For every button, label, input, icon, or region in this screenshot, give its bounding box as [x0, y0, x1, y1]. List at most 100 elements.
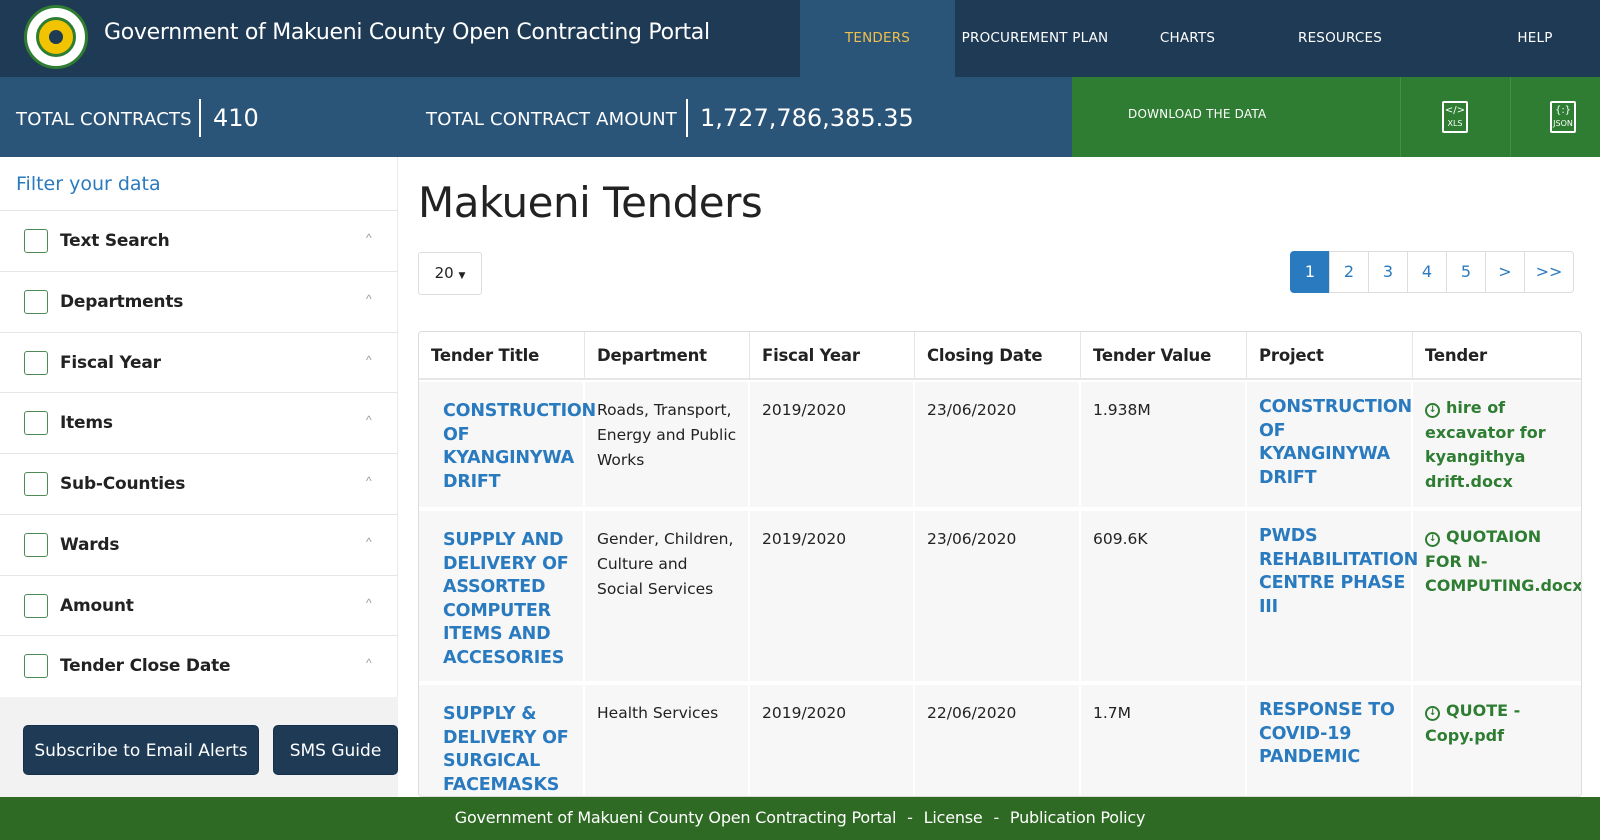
nav-tenders[interactable]: TENDERS	[800, 0, 955, 77]
money-icon	[24, 594, 48, 618]
page-1-button[interactable]: 1	[1290, 251, 1330, 293]
filter-items[interactable]: Items ^	[0, 392, 398, 453]
closing-date-cell: 23/06/2020	[915, 511, 1081, 681]
county-seal-icon[interactable]	[24, 5, 88, 69]
column-header[interactable]: Project	[1247, 332, 1413, 380]
filter-label: Fiscal Year	[60, 353, 161, 373]
sms-guide-button[interactable]: SMS Guide	[273, 725, 398, 775]
filter-tender-close-date[interactable]: Tender Close Date ^	[0, 635, 398, 696]
nav-charts[interactable]: CHARTS	[1115, 0, 1260, 77]
download-icon: ↓	[1425, 706, 1440, 721]
download-icon: ↓	[1425, 532, 1440, 547]
json-label: JSON	[1553, 119, 1573, 128]
document-name: QUOTE - Copy.pdf	[1425, 701, 1521, 745]
subscribe-email-alerts-button[interactable]: Subscribe to Email Alerts	[23, 725, 259, 775]
column-header[interactable]: Closing Date	[915, 332, 1081, 380]
table-header: Tender Title Department Fiscal Year Clos…	[419, 332, 1581, 413]
total-contracts-value: 410	[213, 104, 259, 132]
tender-title-link[interactable]: CONSTRUCTION OF KYANGINYWA DRIFT	[419, 382, 596, 507]
calendar-icon	[24, 351, 48, 375]
chevron-up-icon: ^	[366, 353, 372, 367]
filter-fiscal-year[interactable]: Fiscal Year ^	[0, 332, 398, 393]
stat-divider	[686, 99, 688, 137]
tender-value-cell: 609.6K	[1081, 511, 1247, 681]
document-name: hire of excavator for kyangithya drift.d…	[1425, 398, 1546, 491]
chevron-up-icon: ^	[366, 596, 372, 610]
seal-inner	[36, 17, 76, 57]
filter-sub-counties[interactable]: Sub-Counties ^	[0, 453, 398, 514]
nav-resources[interactable]: RESOURCES	[1260, 0, 1420, 77]
divider	[1510, 77, 1511, 157]
page-4-button[interactable]: 4	[1407, 251, 1447, 293]
filter-label: Sub-Counties	[60, 474, 186, 494]
filter-departments[interactable]: Departments ^	[0, 271, 398, 332]
tender-document-link[interactable]: ↓ QUOTAION FOR N-COMPUTING.docx	[1413, 511, 1582, 681]
per-page-value: 20	[434, 264, 454, 282]
chevron-up-icon: ^	[366, 474, 372, 488]
project-link[interactable]: RESPONSE TO COVID-19 PANDEMIC	[1247, 685, 1413, 796]
footer-site-name: Government of Makueni County Open Contra…	[454, 808, 897, 827]
nav-help[interactable]: HELP	[1480, 0, 1590, 77]
filter-wards[interactable]: Wards ^	[0, 514, 398, 575]
filter-label: Text Search	[60, 231, 170, 251]
filter-label: Amount	[60, 596, 134, 616]
fiscal-year-cell: 2019/2020	[750, 382, 915, 507]
filter-amount[interactable]: Amount ^	[0, 575, 398, 636]
pagination: 1 2 3 4 5 > >>	[1290, 251, 1574, 293]
total-amount-label: TOTAL CONTRACT AMOUNT	[426, 109, 677, 130]
filter-label: Departments	[60, 292, 184, 312]
site-title[interactable]: Government of Makueni County Open Contra…	[104, 20, 710, 45]
footer-separator: -	[907, 808, 913, 827]
fiscal-year-cell: 2019/2020	[750, 511, 915, 681]
map-pin-icon	[24, 472, 48, 496]
department-cell: Health Services	[585, 685, 750, 796]
tender-title-link[interactable]: SUPPLY & DELIVERY OF SURGICAL FACEMASKS	[419, 685, 585, 796]
tender-title-link[interactable]: SUPPLY AND DELIVERY OF ASSORTED COMPUTER…	[419, 511, 585, 681]
department-cell: Gender, Children, Culture and Social Ser…	[585, 511, 750, 681]
tender-value-cell: 1.938M	[1081, 382, 1247, 507]
chevron-up-icon: ^	[366, 413, 372, 427]
column-header[interactable]: Tender Value	[1081, 332, 1247, 380]
column-header[interactable]: Fiscal Year	[750, 332, 915, 380]
per-page-select[interactable]: 20 ▼	[418, 252, 482, 295]
footer-separator: -	[993, 808, 1000, 827]
table-row: SUPPLY & DELIVERY OF SURGICAL FACEMASKS …	[419, 685, 1581, 796]
tenders-table: Tender Title Department Fiscal Year Clos…	[418, 331, 1582, 797]
download-data-label[interactable]: DOWNLOAD THE DATA	[1128, 107, 1266, 121]
next-page-button[interactable]: >	[1485, 251, 1525, 293]
tender-value-cell: 1.7M	[1081, 685, 1247, 796]
table-row: SUPPLY AND DELIVERY OF ASSORTED COMPUTER…	[419, 511, 1582, 683]
filter-sidebar: Filter your data Text Search ^ Departmen…	[0, 157, 398, 697]
project-link[interactable]: CONSTRUCTION OF KYANGINYWA DRIFT	[1247, 382, 1413, 507]
tender-document-link[interactable]: ↓ QUOTE - Copy.pdf	[1413, 685, 1581, 796]
location-icon	[24, 533, 48, 557]
filter-text-search[interactable]: Text Search ^	[0, 210, 398, 271]
footer: Government of Makueni County Open Contra…	[0, 797, 1600, 840]
footer-publication-policy-link[interactable]: Publication Policy	[1010, 808, 1146, 827]
sidebar-actions: Subscribe to Email Alerts SMS Guide	[0, 697, 398, 797]
filter-label: Wards	[60, 535, 120, 555]
download-panel: DOWNLOAD THE DATA </> XLS {:} JSON	[1072, 77, 1600, 157]
seal-core	[49, 30, 63, 44]
column-header[interactable]: Tender Documents	[1413, 332, 1581, 413]
footer-license-link[interactable]: License	[924, 808, 983, 827]
caret-down-icon: ▼	[458, 271, 466, 281]
document-name: QUOTAION FOR N-COMPUTING.docx	[1425, 527, 1582, 595]
filter-title: Filter your data	[16, 173, 161, 195]
page-5-button[interactable]: 5	[1446, 251, 1486, 293]
braces-glyph: {:}	[1554, 105, 1572, 116]
last-page-button[interactable]: >>	[1524, 251, 1574, 293]
page-2-button[interactable]: 2	[1329, 251, 1369, 293]
json-download-icon[interactable]: {:} JSON	[1550, 101, 1576, 133]
page-3-button[interactable]: 3	[1368, 251, 1408, 293]
xls-download-icon[interactable]: </> XLS	[1442, 101, 1468, 133]
org-chart-icon	[24, 290, 48, 314]
table-row: CONSTRUCTION OF KYANGINYWA DRIFT Roads, …	[419, 382, 1581, 509]
project-link[interactable]: PWDS REHABILITATION CENTRE PHASE III	[1247, 511, 1418, 681]
column-header[interactable]: Department	[585, 332, 750, 380]
tender-document-link[interactable]: ↓ hire of excavator for kyangithya drift.…	[1413, 382, 1581, 507]
total-contracts-label: TOTAL CONTRACTS	[16, 109, 192, 130]
column-header[interactable]: Tender Title	[419, 332, 585, 380]
nav-procurement-plan[interactable]: PROCUREMENT PLAN	[955, 0, 1115, 77]
text-search-icon	[24, 229, 48, 253]
